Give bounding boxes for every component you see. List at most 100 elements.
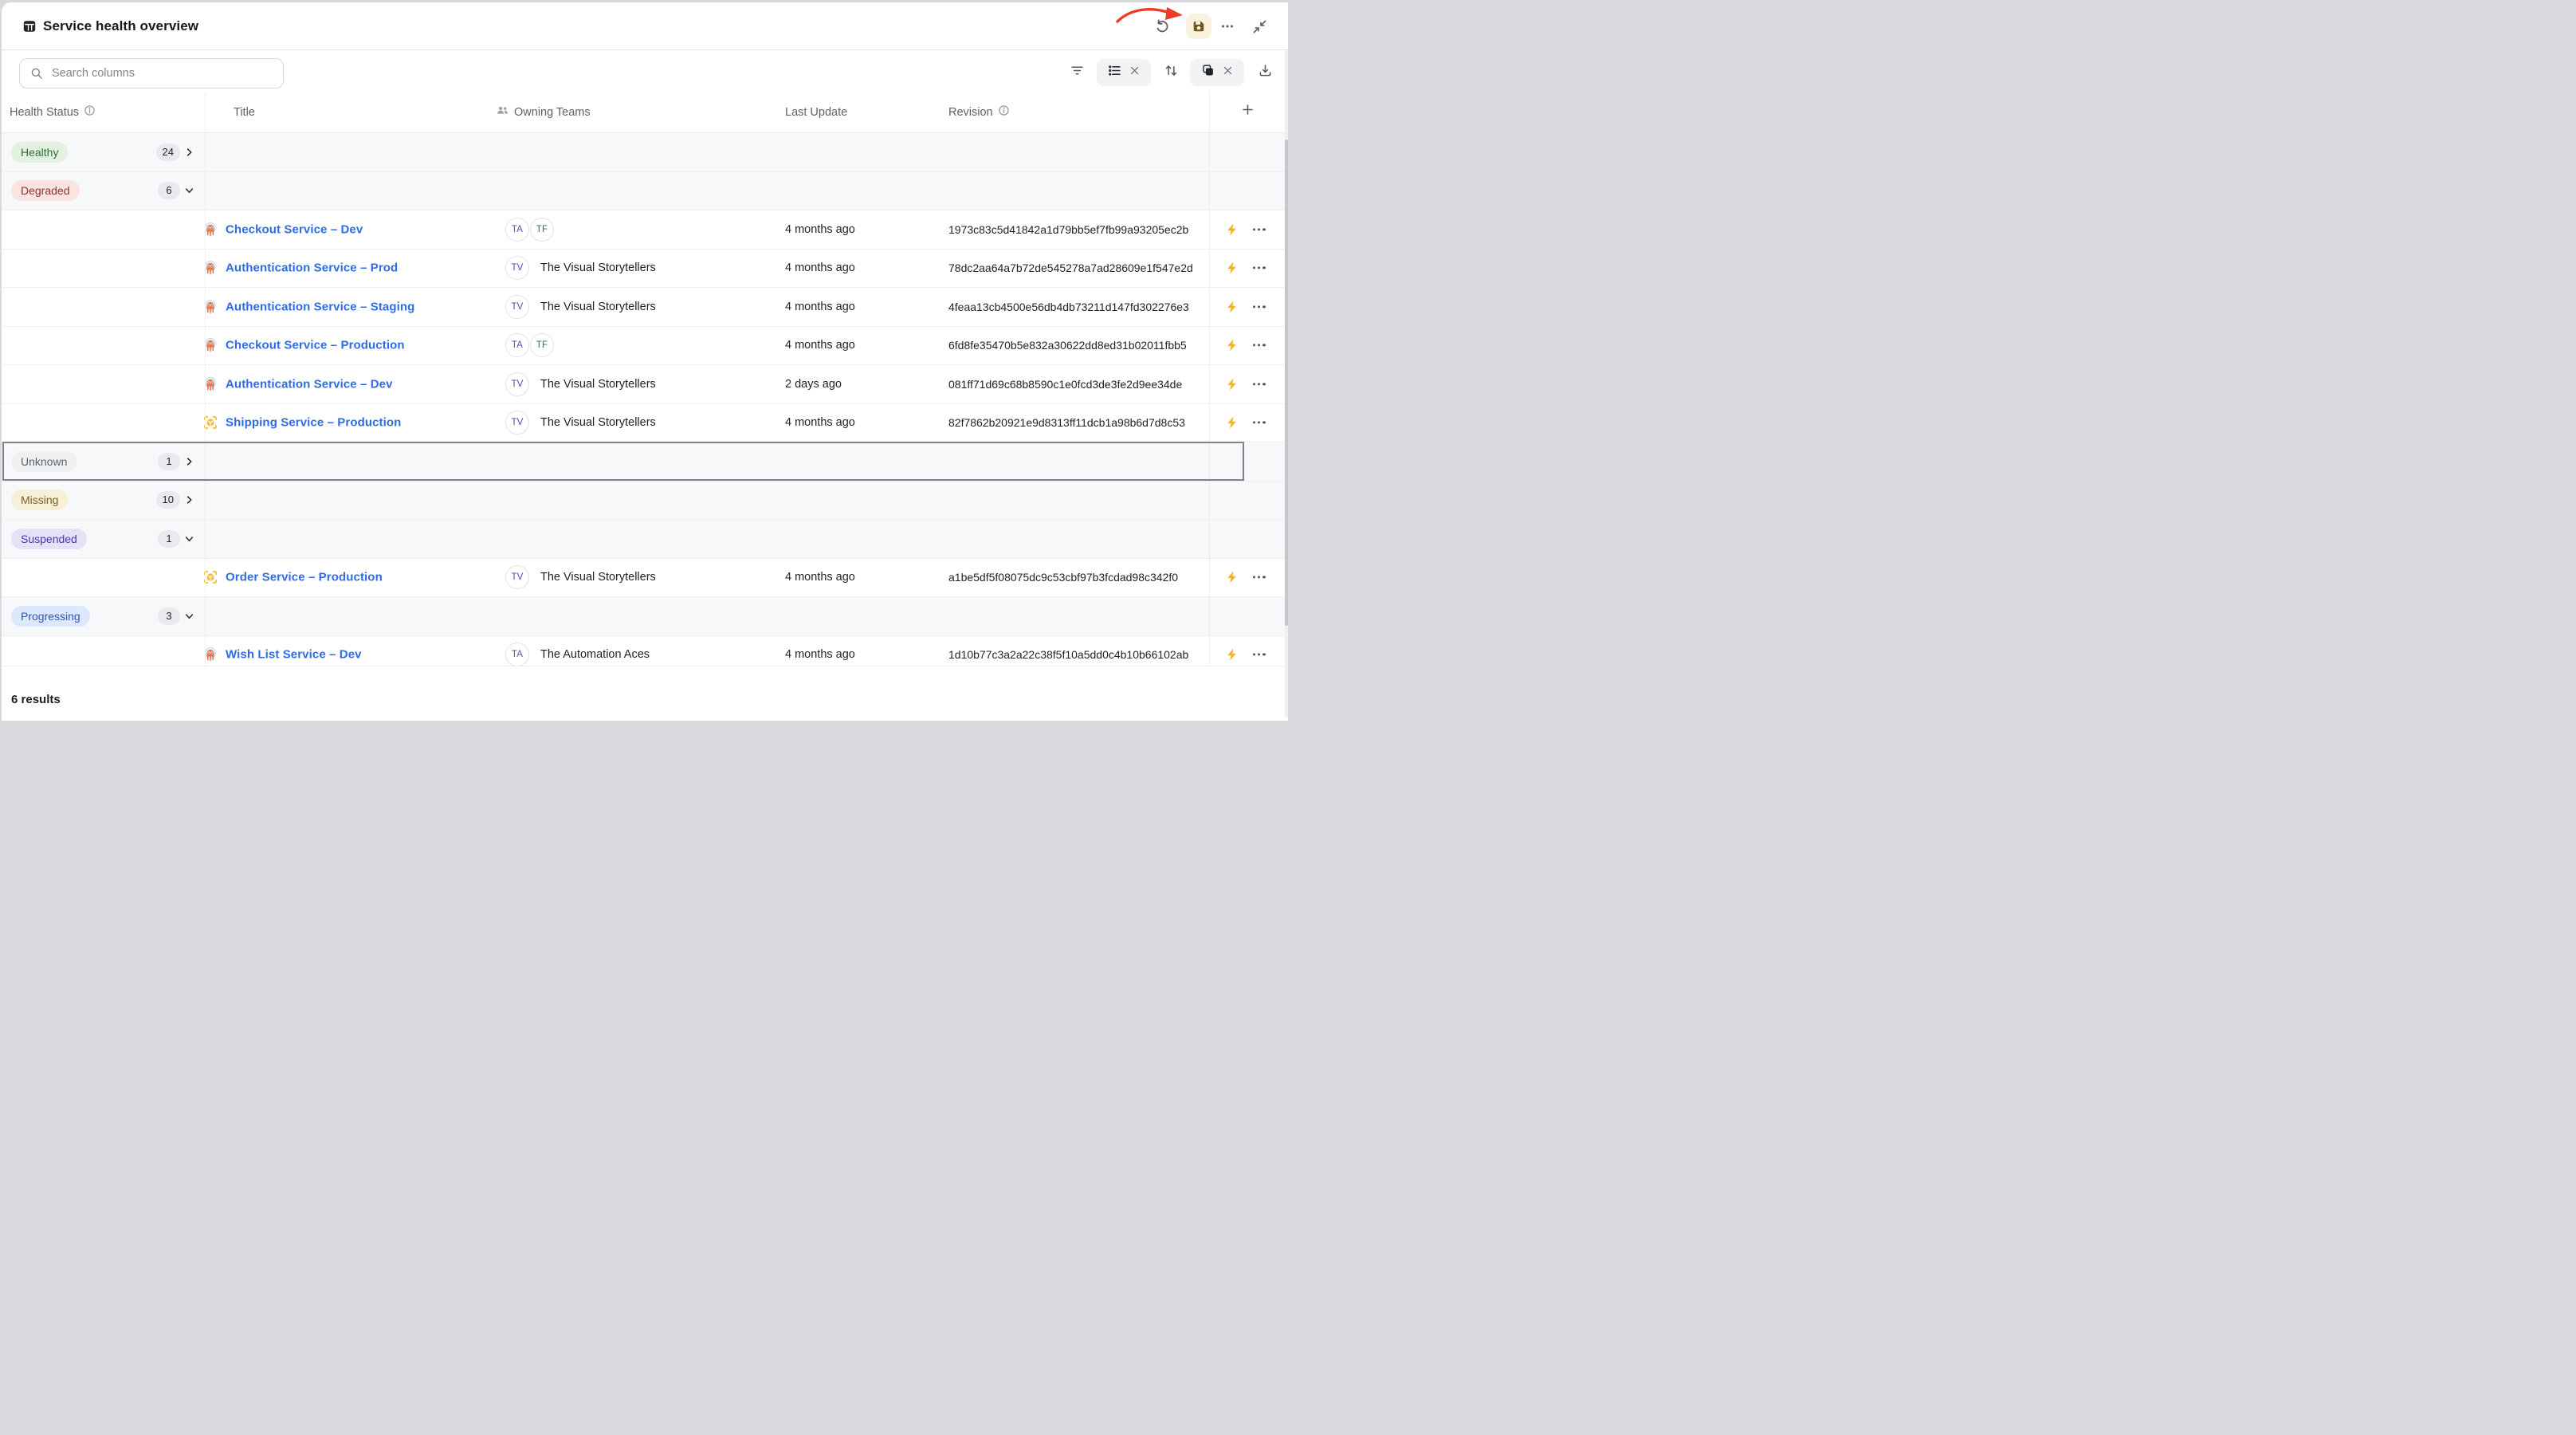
view-list-toggle[interactable]	[1097, 59, 1151, 86]
row-menu-ellipsis-icon[interactable]	[1253, 305, 1266, 308]
group-row-suspended[interactable]: Suspended1	[2, 520, 1288, 559]
group-row-missing[interactable]: Missing10	[2, 482, 1288, 521]
service-row[interactable]: Shipping Service – ProductionTVThe Visua…	[2, 404, 1288, 443]
results-count: 6 results	[11, 693, 61, 706]
group-by-toggle[interactable]	[1190, 59, 1244, 86]
row-menu-ellipsis-icon[interactable]	[1253, 422, 1266, 424]
chevron-right-icon[interactable]	[184, 456, 194, 466]
info-icon[interactable]	[84, 104, 96, 120]
last-update-value: 4 months ago	[785, 339, 855, 352]
group-row-degraded[interactable]: Degraded6	[2, 172, 1288, 211]
table-body: Healthy24Degraded6 Checkout Service – Dev…	[2, 132, 1288, 666]
scrollbar-thumb[interactable]	[1285, 140, 1288, 626]
save-button[interactable]	[1186, 14, 1211, 39]
group-row-progressing[interactable]: Progressing3	[2, 597, 1288, 636]
row-menu-ellipsis-icon[interactable]	[1253, 344, 1266, 347]
search-input[interactable]	[50, 66, 269, 81]
sort-icon	[1164, 64, 1178, 81]
chevron-down-icon[interactable]	[184, 533, 194, 544]
team-avatar-tv[interactable]: TV	[505, 256, 529, 280]
search-box[interactable]	[19, 58, 284, 88]
bolt-icon[interactable]	[1226, 648, 1238, 662]
service-row[interactable]: Authentication Service – ProdTVThe Visua…	[2, 250, 1288, 289]
service-title-link[interactable]: Order Service – Production	[226, 571, 383, 584]
service-title-link[interactable]: Checkout Service – Production	[226, 339, 405, 352]
team-avatar-tf[interactable]: TF	[530, 218, 554, 242]
team-avatar-tf[interactable]: TF	[530, 333, 554, 357]
team-avatar-tv[interactable]: TV	[505, 372, 529, 396]
row-menu-ellipsis-icon[interactable]	[1253, 654, 1266, 656]
column-header-last-update[interactable]: Last Update	[785, 92, 847, 132]
chevron-down-icon[interactable]	[184, 186, 194, 196]
service-row[interactable]: Authentication Service – Dev TV The Visual…	[2, 365, 1288, 404]
table-header: Health Status Title Owning Teams Last Up…	[2, 92, 1288, 132]
team-name: The Automation Aces	[540, 648, 650, 661]
group-count-badge: 1	[158, 453, 180, 470]
last-update-value: 2 days ago	[785, 378, 842, 391]
row-menu-ellipsis-icon[interactable]	[1253, 267, 1266, 269]
download-icon	[1259, 64, 1272, 81]
service-title-link[interactable]: Wish List Service – Dev	[226, 648, 362, 662]
footer: 6 results	[2, 666, 1288, 721]
team-avatar-ta[interactable]: TA	[505, 643, 529, 666]
bolt-icon[interactable]	[1226, 339, 1238, 352]
column-label: Title	[234, 106, 255, 119]
status-badge: Unknown	[11, 451, 77, 472]
collapse-button[interactable]	[1247, 14, 1272, 39]
service-title-link[interactable]: Shipping Service – Production	[226, 416, 401, 430]
info-icon[interactable]	[998, 104, 1010, 120]
bolt-icon[interactable]	[1226, 222, 1238, 236]
team-avatar-tv[interactable]: TV	[505, 565, 529, 589]
column-header-title[interactable]: Title	[234, 92, 255, 132]
team-avatar-tv[interactable]: TV	[505, 295, 529, 319]
column-header-revision[interactable]: Revision	[948, 92, 1010, 132]
chevron-down-icon[interactable]	[184, 611, 194, 621]
more-options-button[interactable]	[1215, 14, 1240, 39]
service-row[interactable]: Authentication Service – StagingTVThe Vi…	[2, 288, 1288, 327]
service-title-link[interactable]: Checkout Service – Dev	[226, 222, 363, 236]
service-row[interactable]: Order Service – ProductionTVThe Visual S…	[2, 559, 1288, 598]
page-title: Service health overview	[43, 2, 198, 49]
clear-group-by-icon[interactable]	[1223, 65, 1233, 80]
bolt-icon[interactable]	[1226, 416, 1238, 430]
list-view-icon	[1108, 64, 1121, 81]
people-icon	[496, 104, 509, 120]
service-title-link[interactable]: Authentication Service – Staging	[226, 300, 414, 313]
bolt-icon[interactable]	[1226, 571, 1238, 584]
service-row[interactable]: Checkout Service – Production TATF 4 month…	[2, 327, 1288, 366]
column-header-health-status[interactable]: Health Status	[10, 92, 96, 132]
team-avatar-ta[interactable]: TA	[505, 333, 529, 357]
clear-list-view-icon[interactable]	[1129, 65, 1140, 80]
last-update-value: 4 months ago	[785, 571, 855, 584]
row-menu-ellipsis-icon[interactable]	[1253, 228, 1266, 230]
team-avatar-ta[interactable]: TA	[505, 218, 529, 242]
undo-button[interactable]	[1149, 14, 1175, 39]
service-title-link[interactable]: Authentication Service – Prod	[226, 261, 398, 275]
bolt-icon[interactable]	[1226, 300, 1238, 313]
service-row[interactable]: Checkout Service – DevTATF4 months ago19…	[2, 210, 1288, 250]
row-menu-ellipsis-icon[interactable]	[1253, 576, 1266, 579]
revision-hash: 4feaa13cb4500e56db4db73211d147fd302276e3	[948, 301, 1189, 313]
group-row-unknown[interactable]: Unknown 1	[2, 442, 1288, 482]
team-avatar-tv[interactable]: TV	[505, 411, 529, 434]
chevron-right-icon[interactable]	[184, 147, 194, 157]
column-label: Health Status	[10, 106, 79, 119]
add-column-button[interactable]	[1236, 100, 1259, 123]
status-badge: Progressing	[11, 606, 90, 627]
toolbar	[2, 50, 1288, 92]
group-count-badge: 24	[156, 144, 180, 161]
group-row-healthy[interactable]: Healthy24	[2, 133, 1288, 172]
bolt-icon[interactable]	[1226, 261, 1238, 275]
service-row[interactable]: Wish List Service – Dev TA The Automation …	[2, 636, 1288, 667]
last-update-value: 4 months ago	[785, 223, 855, 236]
bolt-icon[interactable]	[1226, 377, 1238, 391]
team-name: The Visual Storytellers	[540, 378, 656, 391]
scrollbar-track[interactable]	[1285, 50, 1288, 718]
chevron-right-icon[interactable]	[184, 495, 194, 505]
download-button[interactable]	[1254, 58, 1276, 87]
column-header-owning-teams[interactable]: Owning Teams	[496, 92, 591, 132]
service-title-link[interactable]: Authentication Service – Dev	[226, 377, 393, 391]
sort-button[interactable]	[1160, 58, 1182, 87]
filter-button[interactable]	[1066, 58, 1088, 87]
row-menu-ellipsis-icon[interactable]	[1253, 383, 1266, 385]
